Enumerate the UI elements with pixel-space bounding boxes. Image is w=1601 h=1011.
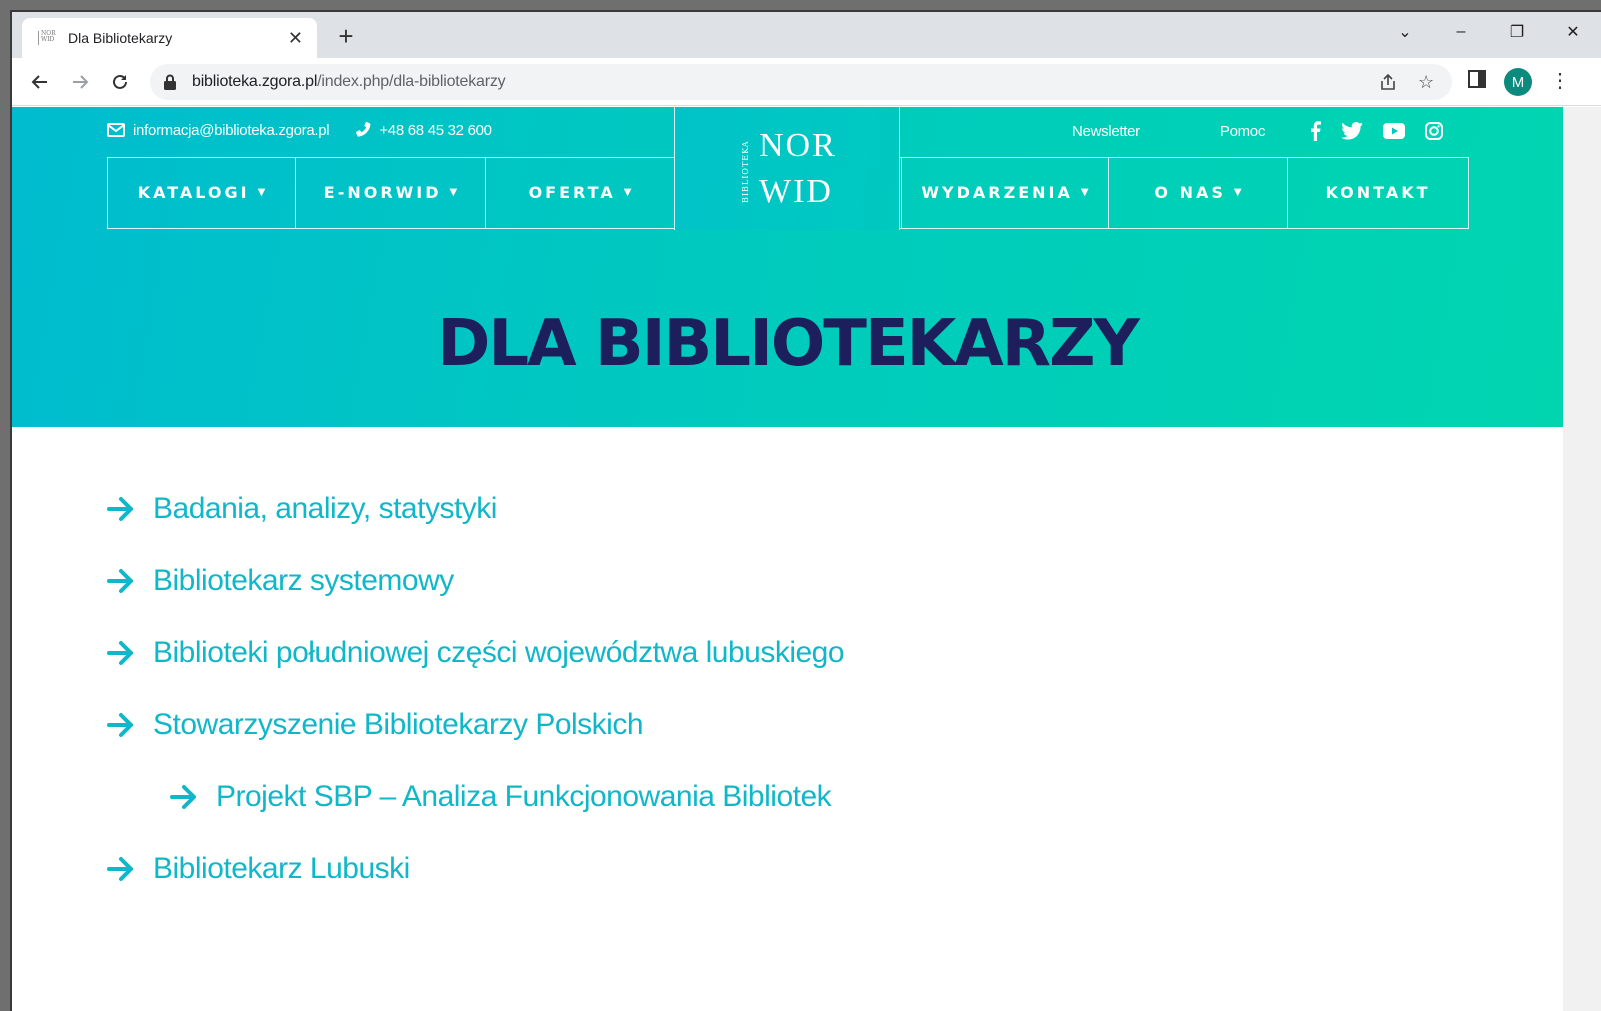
chevron-down-icon: ▼: [623, 187, 632, 198]
page-scrollbar[interactable]: [1563, 107, 1601, 1011]
new-tab-button[interactable]: +: [330, 20, 362, 52]
nav-item-wydarzenia[interactable]: WYDARZENIA ▼: [901, 157, 1109, 228]
arrow-right-icon: [107, 569, 133, 593]
link-text[interactable]: Bibliotekarz systemowy: [153, 564, 454, 598]
tab-title: Dla Bibliotekarzy: [68, 30, 173, 46]
email-text: informacja@biblioteka.zgora.pl: [133, 121, 330, 139]
facebook-icon[interactable]: [1309, 121, 1322, 141]
url-path: /index.php/dla-bibliotekarzy: [317, 73, 506, 90]
youtube-icon[interactable]: [1383, 123, 1406, 139]
envelope-icon: [107, 123, 125, 137]
nav-label: O NAS: [1154, 183, 1226, 202]
email-link[interactable]: informacja@biblioteka.zgora.pl: [107, 121, 330, 139]
site-logo[interactable]: BIBLIOTEKA NOR WID: [674, 107, 900, 230]
star-icon[interactable]: ☆: [1418, 72, 1434, 93]
tab-strip: NOR WID Dla Bibliotekarzy ✕ + ⌄ – ❐ ✕: [12, 12, 1601, 58]
logo-vertical-text: BIBLIOTEKA: [741, 140, 750, 204]
address-bar[interactable]: biblioteka.zgora.pl/index.php/dla-biblio…: [150, 64, 1452, 100]
browser-window: NOR WID Dla Bibliotekarzy ✕ + ⌄ – ❐ ✕ bi…: [10, 10, 1601, 1011]
nav-label: OFERTA: [528, 183, 616, 202]
url-host: biblioteka.zgora.pl: [192, 73, 318, 90]
restore-icon[interactable]: ❐: [1489, 12, 1545, 52]
nav-item-o-nas[interactable]: O NAS ▼: [1109, 157, 1288, 228]
instagram-icon[interactable]: [1425, 122, 1444, 140]
arrow-right-icon: [107, 641, 133, 665]
list-item-sub[interactable]: Projekt SBP – Analiza Funkcjonowania Bib…: [170, 778, 844, 816]
list-item[interactable]: Bibliotekarz systemowy: [107, 562, 844, 600]
link-text[interactable]: Projekt SBP – Analiza Funkcjonowania Bib…: [216, 780, 832, 814]
list-item[interactable]: Badania, analizy, statystyki: [107, 490, 844, 528]
logo-line-1: NOR: [759, 127, 837, 164]
hero-banner: informacja@biblioteka.zgora.pl +48 68 45…: [12, 107, 1563, 427]
link-text[interactable]: Bibliotekarz Lubuski: [153, 852, 410, 886]
share-icon[interactable]: [1378, 72, 1398, 97]
contact-bar: informacja@biblioteka.zgora.pl +48 68 45…: [107, 121, 516, 139]
help-link[interactable]: Pomoc: [1220, 123, 1265, 140]
newsletter-link[interactable]: Newsletter: [1072, 123, 1140, 140]
logo-line-2: WID: [759, 173, 833, 210]
chevron-down-icon: ▼: [257, 187, 266, 198]
social-links: [1309, 121, 1463, 141]
nav-label: KONTAKT: [1325, 183, 1431, 202]
forward-icon[interactable]: [64, 66, 96, 98]
profile-avatar[interactable]: M: [1504, 68, 1532, 96]
reload-icon[interactable]: [104, 66, 136, 98]
arrow-right-icon: [170, 785, 196, 809]
nav-item-e-norwid[interactable]: E-NORWID ▼: [296, 157, 486, 228]
link-text[interactable]: Biblioteki południowej części województw…: [153, 636, 845, 670]
arrow-right-icon: [107, 857, 133, 881]
page-title: DLA BIBLIOTEKARZY: [437, 307, 1140, 381]
link-text[interactable]: Badania, analizy, statystyki: [153, 492, 497, 526]
url-text[interactable]: biblioteka.zgora.pl/index.php/dla-biblio…: [192, 73, 506, 91]
tab-close-icon[interactable]: ✕: [288, 28, 303, 49]
browser-tab[interactable]: NOR WID Dla Bibliotekarzy ✕: [22, 18, 317, 58]
phone-text: +48 68 45 32 600: [379, 121, 492, 139]
list-item[interactable]: Stowarzyszenie Bibliotekarzy Polskich: [107, 706, 844, 744]
chevron-down-icon: ▼: [449, 187, 458, 198]
minimize-icon[interactable]: –: [1433, 12, 1489, 52]
menu-icon[interactable]: ⋮: [1550, 68, 1570, 93]
window-close-icon[interactable]: ✕: [1545, 12, 1601, 52]
nav-label: WYDARZENIA: [921, 183, 1073, 202]
chevron-down-icon: ▼: [1233, 187, 1242, 198]
nav-item-oferta[interactable]: OFERTA ▼: [486, 157, 675, 228]
nav-item-katalogi[interactable]: KATALOGI ▼: [108, 157, 296, 228]
back-icon[interactable]: [24, 66, 56, 98]
window-controls: ⌄ – ❐ ✕: [1377, 12, 1601, 52]
sidepanel-icon[interactable]: [1468, 70, 1486, 93]
nav-label: KATALOGI: [137, 183, 250, 202]
browser-toolbar: biblioteka.zgora.pl/index.php/dla-biblio…: [12, 58, 1601, 106]
chevron-down-icon: ▼: [1080, 187, 1089, 198]
utility-bar: Newsletter Pomoc: [1072, 121, 1463, 141]
phone-link[interactable]: +48 68 45 32 600: [353, 121, 492, 139]
link-list: Badania, analizy, statystyki Bibliotekar…: [107, 490, 845, 922]
nav-label: E-NORWID: [323, 183, 442, 202]
phone-icon: [356, 121, 371, 137]
list-item[interactable]: Bibliotekarz Lubuski: [107, 850, 844, 888]
list-item[interactable]: Biblioteki południowej części województw…: [107, 634, 845, 672]
page-viewport: informacja@biblioteka.zgora.pl +48 68 45…: [12, 107, 1563, 1011]
nav-item-kontakt[interactable]: KONTAKT: [1288, 157, 1468, 228]
twitter-icon[interactable]: [1341, 122, 1363, 140]
arrow-right-icon: [107, 713, 133, 737]
favicon-icon: NOR WID: [38, 31, 56, 45]
lock-icon[interactable]: [164, 74, 178, 90]
arrow-right-icon: [107, 497, 133, 521]
link-text[interactable]: Stowarzyszenie Bibliotekarzy Polskich: [153, 708, 644, 742]
tab-search-icon[interactable]: ⌄: [1377, 12, 1433, 52]
